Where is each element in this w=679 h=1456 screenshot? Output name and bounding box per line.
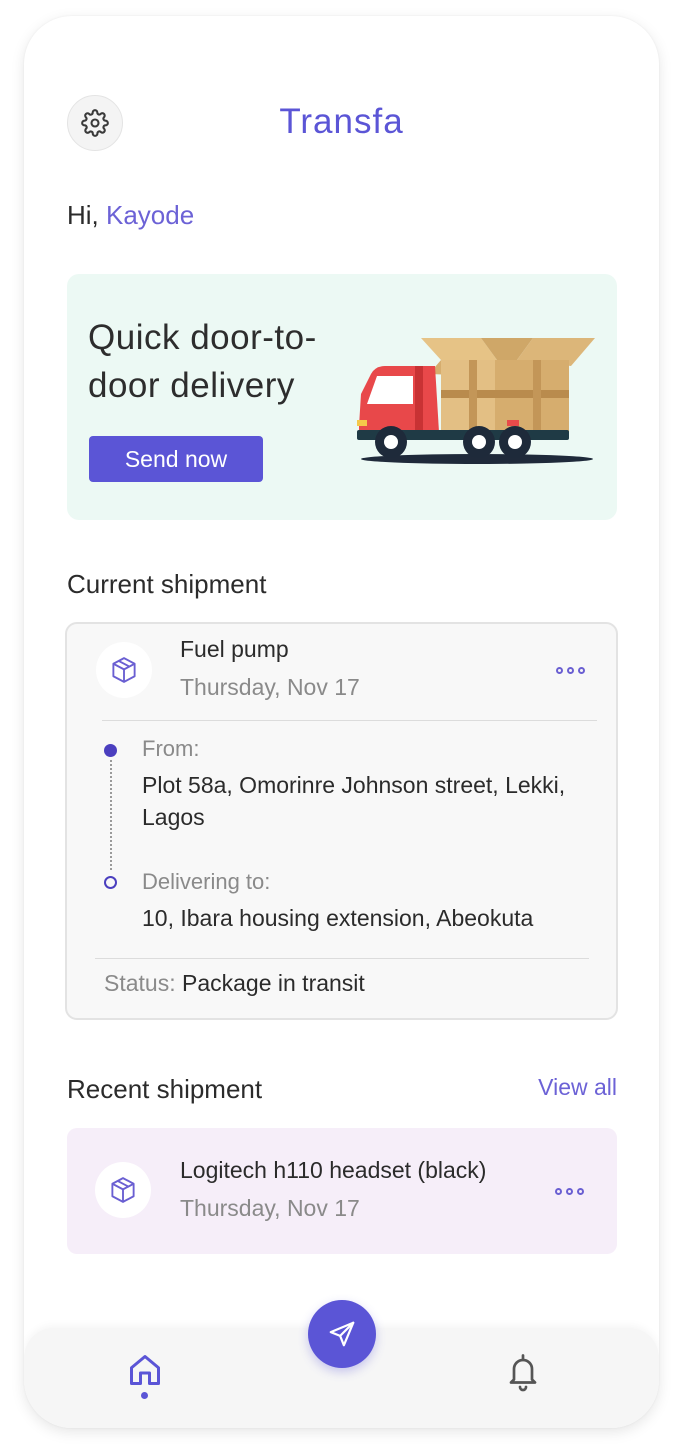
- recent-item-name: Logitech h110 headset (black): [180, 1157, 487, 1183]
- status-label: Status:: [104, 970, 182, 996]
- promo-banner: Quick door-to-door delivery Send now: [67, 274, 617, 520]
- to-address: 10, Ibara housing extension, Abeokuta: [142, 905, 534, 931]
- status-value: Package in transit: [181, 970, 365, 996]
- recent-shipment-title: Recent shipment: [67, 1074, 263, 1104]
- delivery-truck-illustration: [357, 338, 595, 464]
- send-icon: [329, 1321, 355, 1347]
- recent-shipment-card[interactable]: Logitech h110 headset (black) Thursday, …: [67, 1128, 617, 1254]
- origin-dot: [104, 744, 117, 757]
- view-all-link[interactable]: View all: [538, 1074, 617, 1101]
- more-options-icon[interactable]: [554, 663, 586, 677]
- home-icon[interactable]: [127, 1352, 163, 1388]
- current-shipment-card[interactable]: Fuel pump Thursday, Nov 17 From: Plot 58…: [65, 622, 618, 1020]
- status-divider: [95, 958, 589, 959]
- package-icon: [112, 657, 136, 683]
- to-label: Delivering to:: [142, 869, 271, 894]
- send-now-button[interactable]: Send now: [89, 436, 263, 482]
- shipment-item-name: Fuel pump: [180, 636, 289, 662]
- card-divider: [102, 720, 597, 721]
- phone-screen: Transfa Hi, Kayode Quick door-to-door de…: [24, 16, 659, 1428]
- greeting-prefix: Hi,: [67, 200, 106, 230]
- send-fab-button[interactable]: [308, 1300, 376, 1368]
- recent-item-date: Thursday, Nov 17: [180, 1195, 360, 1221]
- destination-dot: [104, 876, 117, 889]
- more-options-icon[interactable]: [553, 1184, 585, 1198]
- from-label: From:: [142, 736, 200, 761]
- package-icon-wrapper: [95, 1162, 151, 1218]
- app-title: Transfa: [279, 102, 404, 141]
- shipment-date: Thursday, Nov 17: [180, 674, 360, 700]
- greeting: Hi, Kayode: [67, 200, 194, 231]
- package-icon-wrapper: [96, 642, 152, 698]
- active-indicator: [141, 1392, 148, 1399]
- from-address: Plot 58a, Omorinre Johnson street, Lekki…: [142, 772, 566, 830]
- promo-title: Quick door-to-door delivery: [88, 318, 317, 405]
- user-name: Kayode: [106, 200, 195, 230]
- current-shipment-title: Current shipment: [67, 569, 267, 599]
- route-line: [110, 760, 112, 870]
- package-icon: [111, 1177, 135, 1203]
- shipment-status: Status: Package in transit: [104, 970, 365, 997]
- bell-icon[interactable]: [505, 1352, 541, 1392]
